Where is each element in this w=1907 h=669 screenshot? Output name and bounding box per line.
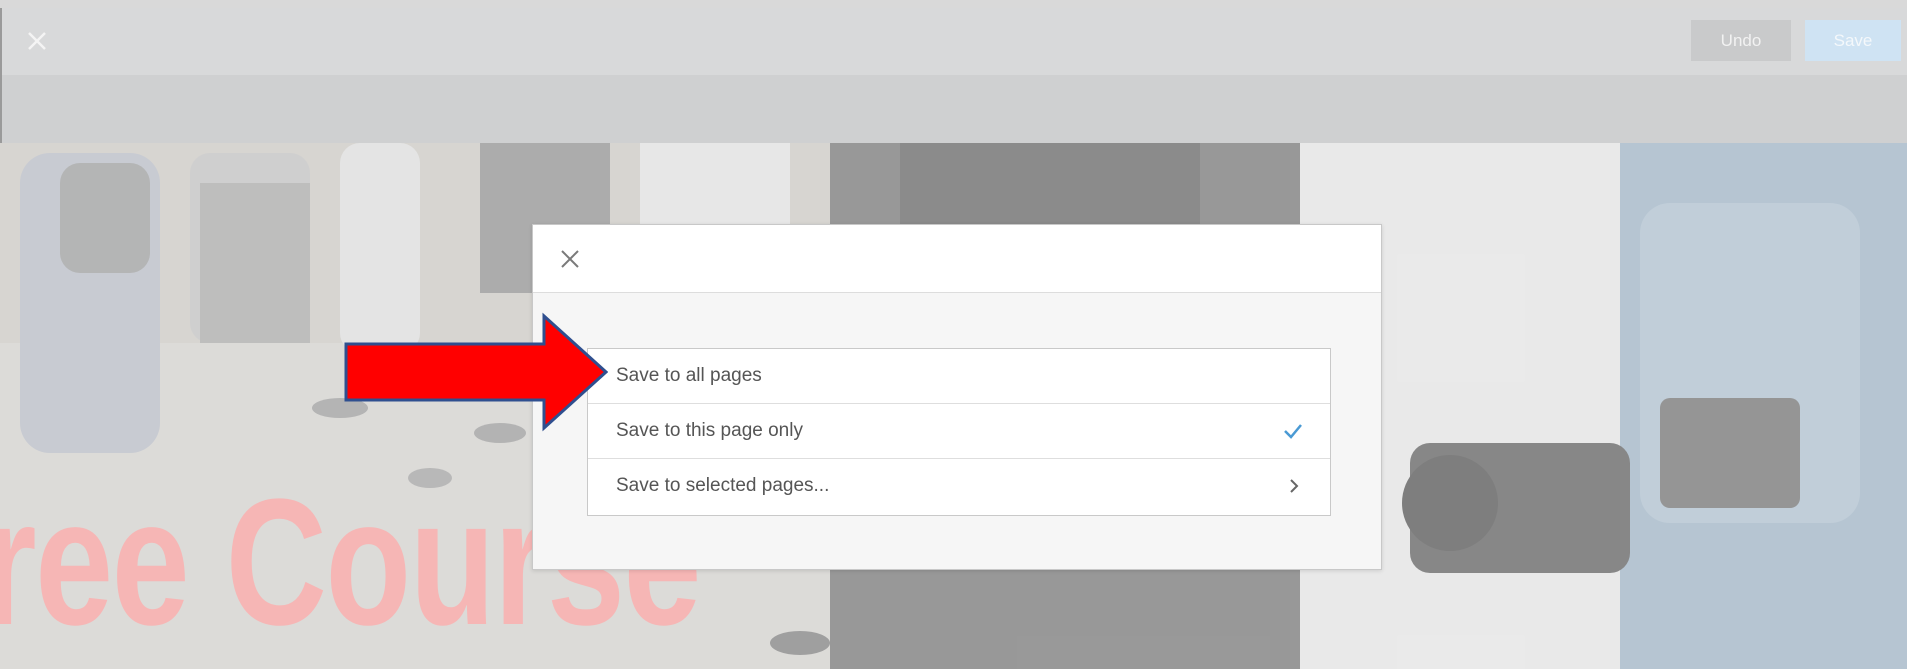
save-button[interactable]: Save <box>1805 20 1901 61</box>
dialog-header <box>533 225 1381 293</box>
save-this-page-option[interactable]: Save to this page only <box>588 403 1330 458</box>
annotation-arrow <box>344 312 609 432</box>
save-options-dialog: Save to all pages Save to this page only… <box>532 224 1382 570</box>
close-icon[interactable] <box>24 28 50 54</box>
chevron-right-icon <box>1288 477 1300 495</box>
save-options-list: Save to all pages Save to this page only… <box>587 348 1331 516</box>
close-icon[interactable] <box>559 248 581 270</box>
option-label: Save to all pages <box>616 365 762 386</box>
option-label: Save to this page only <box>616 420 803 441</box>
save-selected-pages-option[interactable]: Save to selected pages... <box>588 458 1330 513</box>
checkmark-icon <box>1282 422 1304 440</box>
option-label: Save to selected pages... <box>616 475 830 496</box>
save-all-pages-option[interactable]: Save to all pages <box>588 349 1330 403</box>
secondary-toolbar <box>0 75 1907 143</box>
top-toolbar: Undo Save <box>0 8 1907 75</box>
undo-button[interactable]: Undo <box>1691 20 1791 61</box>
